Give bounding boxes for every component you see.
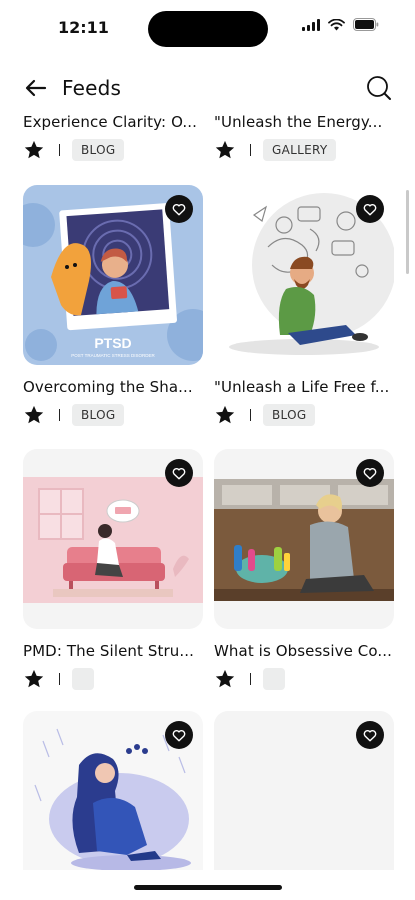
- divider: [250, 409, 251, 421]
- feed-card[interactable]: Overcoming the Sha... BLOG: [23, 378, 203, 428]
- favorite-button[interactable]: [356, 195, 384, 223]
- ptsd-sublabel: POST TRAUMATIC STRESS DISORDER: [71, 353, 155, 358]
- card-image-ocd[interactable]: [214, 449, 394, 629]
- battery-icon: [353, 18, 379, 31]
- favorite-button[interactable]: [165, 195, 193, 223]
- status-bar: 12:11: [0, 0, 415, 58]
- back-button[interactable]: [22, 74, 50, 102]
- card-meta: BLOG: [23, 402, 203, 428]
- feed-card[interactable]: Experience Clarity: O... BLOG: [23, 113, 203, 163]
- heart-icon: [172, 467, 186, 479]
- heart-icon: [172, 203, 186, 215]
- tag-chip[interactable]: GALLERY: [263, 139, 337, 161]
- heart-icon: [363, 729, 377, 741]
- app-header: Feeds: [0, 68, 415, 108]
- tag-chip[interactable]: BLOG: [263, 404, 316, 426]
- scrollbar[interactable]: [406, 190, 409, 274]
- card-image-placeholder[interactable]: [214, 711, 394, 870]
- heart-icon: [363, 467, 377, 479]
- divider: [59, 409, 60, 421]
- card-title: "Unleash a Life Free f...: [214, 378, 390, 396]
- favorite-button[interactable]: [165, 459, 193, 487]
- card-image-pmd[interactable]: [23, 449, 203, 629]
- search-icon: [367, 76, 391, 100]
- star-icon[interactable]: [214, 668, 236, 690]
- star-icon[interactable]: [214, 139, 236, 161]
- heart-icon: [172, 729, 186, 741]
- feed-card[interactable]: "Unleash a Life Free f... BLOG: [214, 378, 394, 428]
- status-icons: [302, 18, 379, 31]
- feed-card[interactable]: What is Obsessive Co...: [214, 642, 394, 692]
- feed-card[interactable]: "Unleash the Energy... GALLERY: [214, 113, 394, 163]
- divider: [250, 144, 251, 156]
- star-icon[interactable]: [23, 668, 45, 690]
- card-image-overthinking[interactable]: [214, 185, 394, 365]
- star-icon[interactable]: [23, 139, 45, 161]
- card-image-ptsd[interactable]: PTSD POST TRAUMATIC STRESS DISORDER: [23, 185, 203, 365]
- heart-icon: [363, 203, 377, 215]
- card-title: Experience Clarity: O...: [23, 113, 197, 131]
- dynamic-island: [148, 11, 268, 47]
- card-title: PMD: The Silent Stru...: [23, 642, 194, 660]
- ptsd-label: PTSD: [94, 335, 131, 351]
- cellular-signal-icon: [302, 18, 320, 31]
- card-meta: GALLERY: [214, 137, 394, 163]
- home-indicator[interactable]: [134, 885, 282, 890]
- arrow-left-icon: [25, 79, 47, 97]
- favorite-button[interactable]: [356, 721, 384, 749]
- card-title: What is Obsessive Co...: [214, 642, 392, 660]
- card-meta: BLOG: [214, 402, 394, 428]
- card-meta: [23, 666, 203, 692]
- card-meta: BLOG: [23, 137, 203, 163]
- feed-grid: Experience Clarity: O... BLOG "Unleash t…: [0, 110, 415, 870]
- tag-chip[interactable]: BLOG: [72, 404, 125, 426]
- feed-card[interactable]: PMD: The Silent Stru...: [23, 642, 203, 692]
- divider: [59, 673, 60, 685]
- star-icon[interactable]: [214, 404, 236, 426]
- divider: [250, 673, 251, 685]
- status-time: 12:11: [58, 18, 109, 37]
- tag-chip[interactable]: [263, 668, 285, 690]
- favorite-button[interactable]: [356, 459, 384, 487]
- wifi-icon: [328, 18, 345, 31]
- tag-chip[interactable]: BLOG: [72, 139, 125, 161]
- card-meta: [214, 666, 394, 692]
- search-button[interactable]: [365, 74, 393, 102]
- card-title: Overcoming the Sha...: [23, 378, 193, 396]
- divider: [59, 144, 60, 156]
- page-title: Feeds: [62, 76, 122, 100]
- tag-chip[interactable]: [72, 668, 94, 690]
- favorite-button[interactable]: [165, 721, 193, 749]
- star-icon[interactable]: [23, 404, 45, 426]
- card-image-depression[interactable]: [23, 711, 203, 870]
- card-title: "Unleash the Energy...: [214, 113, 383, 131]
